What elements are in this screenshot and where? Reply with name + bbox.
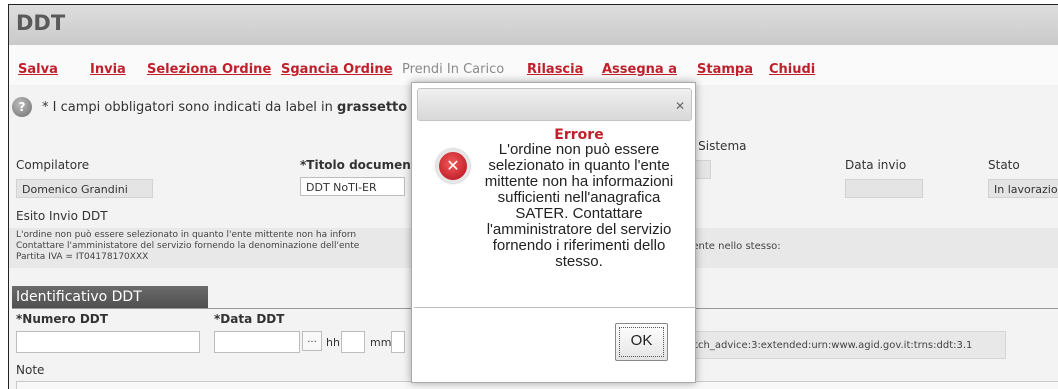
stampa-button[interactable]: Stampa <box>697 62 753 77</box>
rilascia-button[interactable]: Rilascia <box>527 62 583 77</box>
close-icon[interactable]: ✕ <box>675 99 685 113</box>
sgancia-ordine-button[interactable]: Sgancia Ordine <box>281 62 392 77</box>
error-icon: ✕ <box>436 149 470 183</box>
section-identificativo-ddt: Identificativo DDT <box>12 286 208 309</box>
mandatory-fields-info: ? * I campi obbligatori sono indicati da… <box>12 97 407 117</box>
info-bold-text: grassetto <box>337 99 408 115</box>
dialog-divider <box>414 307 695 308</box>
numero-ddt-label: *Numero DDT <box>16 312 108 326</box>
compilatore-label: Compilatore <box>16 158 90 172</box>
ok-button[interactable]: OK <box>615 323 668 361</box>
data-invio-label: Data invio <box>845 158 907 172</box>
seleziona-ordine-button[interactable]: Seleziona Ordine <box>147 62 271 77</box>
help-icon[interactable]: ? <box>12 97 32 117</box>
compilatore-field: Domenico Grandini <box>16 179 153 198</box>
note-label: Note <box>16 363 45 377</box>
stato-field: In lavorazio <box>988 179 1058 198</box>
error-message: L'ordine non può essere selezionato in q… <box>484 141 674 270</box>
titolo-label: *Titolo documen <box>300 158 411 172</box>
numero-ddt-input[interactable] <box>16 331 200 353</box>
data-ddt-label: *Data DDT <box>214 312 285 326</box>
customization-id-field: atch_advice:3:extended:urn:www.agid.gov.… <box>681 331 1006 359</box>
title-bar: DDT <box>9 5 1058 45</box>
data-invio-field <box>845 179 923 198</box>
page-title: DDT <box>16 11 66 35</box>
hh-input[interactable] <box>341 331 365 353</box>
prendi-in-carico-button: Prendi In Carico <box>402 62 505 77</box>
info-text: * I campi obbligatori sono indicati da l… <box>42 99 338 115</box>
error-dialog: ✕ ✕ Errore L'ordine non può essere selez… <box>411 82 696 383</box>
dialog-header: ✕ <box>417 88 692 121</box>
stato-label: Stato <box>988 158 1020 172</box>
mm-label: mm <box>370 336 392 349</box>
ddt-window: DDT Salva Invia Seleziona Ordine Sgancia… <box>8 4 1058 389</box>
chiudi-button[interactable]: Chiudi <box>769 62 815 77</box>
esito-label: Esito Invio DDT <box>16 209 108 223</box>
titolo-input[interactable]: DDT NoTI-ER <box>300 177 405 196</box>
invia-button[interactable]: Invia <box>90 62 126 77</box>
mm-input[interactable] <box>391 331 405 353</box>
salva-button[interactable]: Salva <box>18 62 58 77</box>
assegna-a-button[interactable]: Assegna a <box>602 62 677 77</box>
data-ddt-input[interactable] <box>214 331 300 353</box>
toolbar: Salva Invia Seleziona Ordine Sgancia Ord… <box>9 45 1058 85</box>
sistema-label: i Sistema <box>691 139 747 153</box>
date-picker-button[interactable]: ... <box>302 331 322 351</box>
hh-label: hh <box>326 336 340 349</box>
